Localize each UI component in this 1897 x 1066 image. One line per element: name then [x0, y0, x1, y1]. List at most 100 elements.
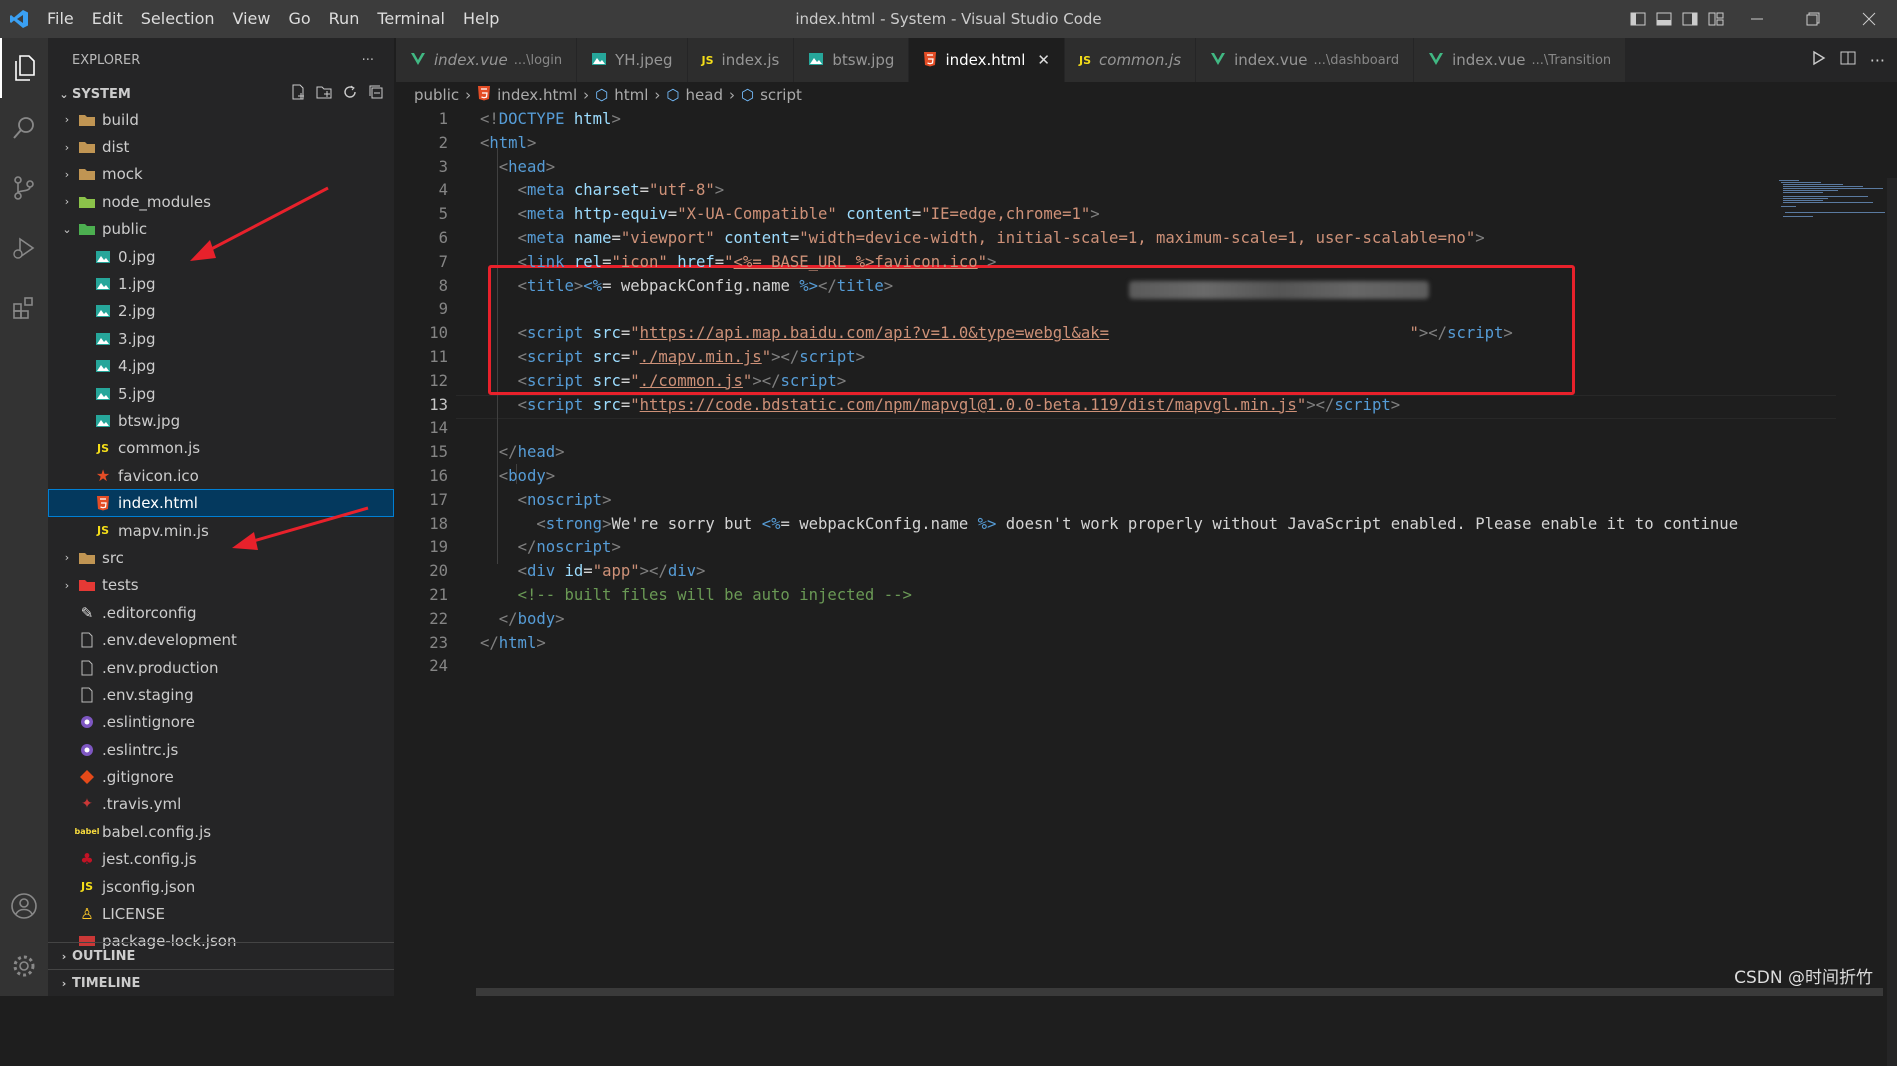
- tab-index-js[interactable]: JS index.js: [687, 38, 795, 82]
- run-icon[interactable]: [1812, 50, 1826, 70]
- menu-item-run[interactable]: Run: [320, 0, 369, 38]
- folder-item[interactable]: › build: [48, 106, 394, 133]
- code-editor[interactable]: 1 <!DOCTYPE html> 2 <html> 3 <head> 4 <meta c…: [396, 108, 1897, 1066]
- file-item[interactable]: ★ favicon.ico: [48, 462, 394, 489]
- code-token: =: [911, 205, 922, 224]
- menu-item-go[interactable]: Go: [279, 0, 319, 38]
- code-token: src: [592, 348, 621, 366]
- file-item[interactable]: .env.production: [48, 654, 394, 681]
- file-item[interactable]: 4.jpg: [48, 353, 394, 380]
- tab-common-js[interactable]: JS common.js: [1065, 38, 1197, 82]
- minimap[interactable]: [1779, 178, 1889, 238]
- code-token: >: [1503, 324, 1513, 343]
- code-token: >: [1475, 229, 1485, 247]
- chevron-right-icon: ›: [64, 551, 70, 565]
- line-number: 18: [429, 514, 448, 533]
- line-number: 5: [438, 205, 448, 224]
- source-control-icon[interactable]: [0, 158, 48, 218]
- tab-index-vue[interactable]: index.vue ...\dashboard: [1196, 38, 1415, 82]
- breadcrumb-item[interactable]: script: [760, 86, 802, 104]
- chevron-right-icon: ›: [654, 86, 661, 104]
- menu-item-edit[interactable]: Edit: [83, 0, 132, 38]
- workspace-section[interactable]: ⌄ SYSTEM: [48, 82, 394, 106]
- tab-index-vue[interactable]: index.vue ...\login: [396, 38, 578, 82]
- file-item[interactable]: ✦ .travis.yml: [48, 791, 394, 818]
- menu-item-selection[interactable]: Selection: [132, 0, 224, 38]
- extensions-icon[interactable]: [0, 278, 48, 338]
- folder-item[interactable]: › dist: [48, 133, 394, 160]
- file-item[interactable]: ♙ LICENSE: [48, 900, 394, 927]
- new-file-icon[interactable]: [290, 84, 306, 104]
- file-item[interactable]: .gitignore: [48, 763, 394, 790]
- tab-index-vue[interactable]: index.vue ...\Transition: [1414, 38, 1627, 82]
- file-item[interactable]: .env.development: [48, 626, 394, 653]
- breadcrumb-item[interactable]: index.html: [497, 86, 577, 104]
- file-item[interactable]: 3.jpg: [48, 325, 394, 352]
- close-icon[interactable]: ✕: [1037, 51, 1050, 69]
- tab-path: ...\dashboard: [1313, 52, 1400, 68]
- explorer-icon[interactable]: [0, 38, 48, 98]
- breadcrumb-item[interactable]: public: [414, 86, 459, 104]
- restore-icon[interactable]: [1785, 0, 1841, 38]
- file-item[interactable]: .eslintignore: [48, 709, 394, 736]
- horizontal-scrollbar[interactable]: [476, 988, 1883, 996]
- toggle-secondary-sidebar-icon[interactable]: [1677, 0, 1703, 38]
- code-token: DOCTYPE: [498, 110, 565, 128]
- menu-item-terminal[interactable]: Terminal: [368, 0, 454, 38]
- file-item[interactable]: JS jsconfig.json: [48, 873, 394, 900]
- code-token: script: [1447, 324, 1504, 343]
- code-token: >: [855, 348, 865, 366]
- more-actions-icon[interactable]: ···: [1870, 51, 1885, 70]
- tab-path: ...\Transition: [1531, 52, 1612, 68]
- close-window-icon[interactable]: [1841, 0, 1897, 38]
- collapse-all-icon[interactable]: [368, 84, 384, 104]
- tab-yh-jpeg[interactable]: YH.jpeg: [577, 38, 688, 82]
- file-item[interactable]: JS common.js: [48, 435, 394, 462]
- file-item[interactable]: .eslintrc.js: [48, 736, 394, 763]
- menu-item-help[interactable]: Help: [454, 0, 508, 38]
- vertical-scrollbar[interactable]: [1887, 178, 1897, 1066]
- minimize-icon[interactable]: [1729, 0, 1785, 38]
- code-token: <: [517, 181, 527, 200]
- code-token: meta: [526, 229, 565, 247]
- new-folder-icon[interactable]: [316, 84, 332, 104]
- breadcrumb-item[interactable]: html: [614, 86, 648, 104]
- search-icon[interactable]: [0, 98, 48, 158]
- file-item[interactable]: babel babel.config.js: [48, 818, 394, 845]
- more-actions-icon[interactable]: ···: [362, 53, 374, 68]
- outline-section[interactable]: › OUTLINE: [48, 942, 394, 969]
- refresh-icon[interactable]: [342, 84, 358, 104]
- run-debug-icon[interactable]: [0, 218, 48, 278]
- gear-icon[interactable]: [0, 936, 48, 996]
- tab-btsw-jpg[interactable]: btsw.jpg: [794, 38, 910, 82]
- file-item[interactable]: 5.jpg: [48, 380, 394, 407]
- public-folder-icon: [76, 220, 98, 238]
- file-item[interactable]: ♣ jest.config.js: [48, 846, 394, 873]
- tree-item-label: index.html: [118, 494, 198, 513]
- editor-tabs: index.vue ...\login YH.jpeg JS index.js btsw.…: [396, 38, 1897, 82]
- code-line: <body>: [480, 467, 555, 485]
- file-item[interactable]: 2.jpg: [48, 298, 394, 325]
- toggle-sidebar-icon[interactable]: [1625, 0, 1651, 38]
- menu-item-file[interactable]: File: [38, 0, 83, 38]
- timeline-section[interactable]: › TIMELINE: [48, 969, 394, 996]
- chevron-right-icon: ›: [465, 86, 472, 104]
- file-item[interactable]: .env.staging: [48, 681, 394, 708]
- image-icon: [92, 275, 114, 293]
- customize-layout-icon[interactable]: [1703, 0, 1729, 38]
- line-number: 15: [429, 443, 448, 462]
- file-item[interactable]: ✎ .editorconfig: [48, 599, 394, 626]
- annotation-arrow-public: [190, 186, 329, 261]
- code-token: strong: [545, 514, 603, 533]
- file-item[interactable]: btsw.jpg: [48, 407, 394, 434]
- menu-item-view[interactable]: View: [224, 0, 280, 38]
- breadcrumb-item[interactable]: head: [686, 86, 723, 104]
- folder-item[interactable]: › tests: [48, 572, 394, 599]
- account-icon[interactable]: [0, 876, 48, 936]
- split-editor-icon[interactable]: [1840, 50, 1856, 70]
- tab-index-html[interactable]: index.html ✕: [909, 38, 1065, 82]
- toggle-panel-icon[interactable]: [1651, 0, 1677, 38]
